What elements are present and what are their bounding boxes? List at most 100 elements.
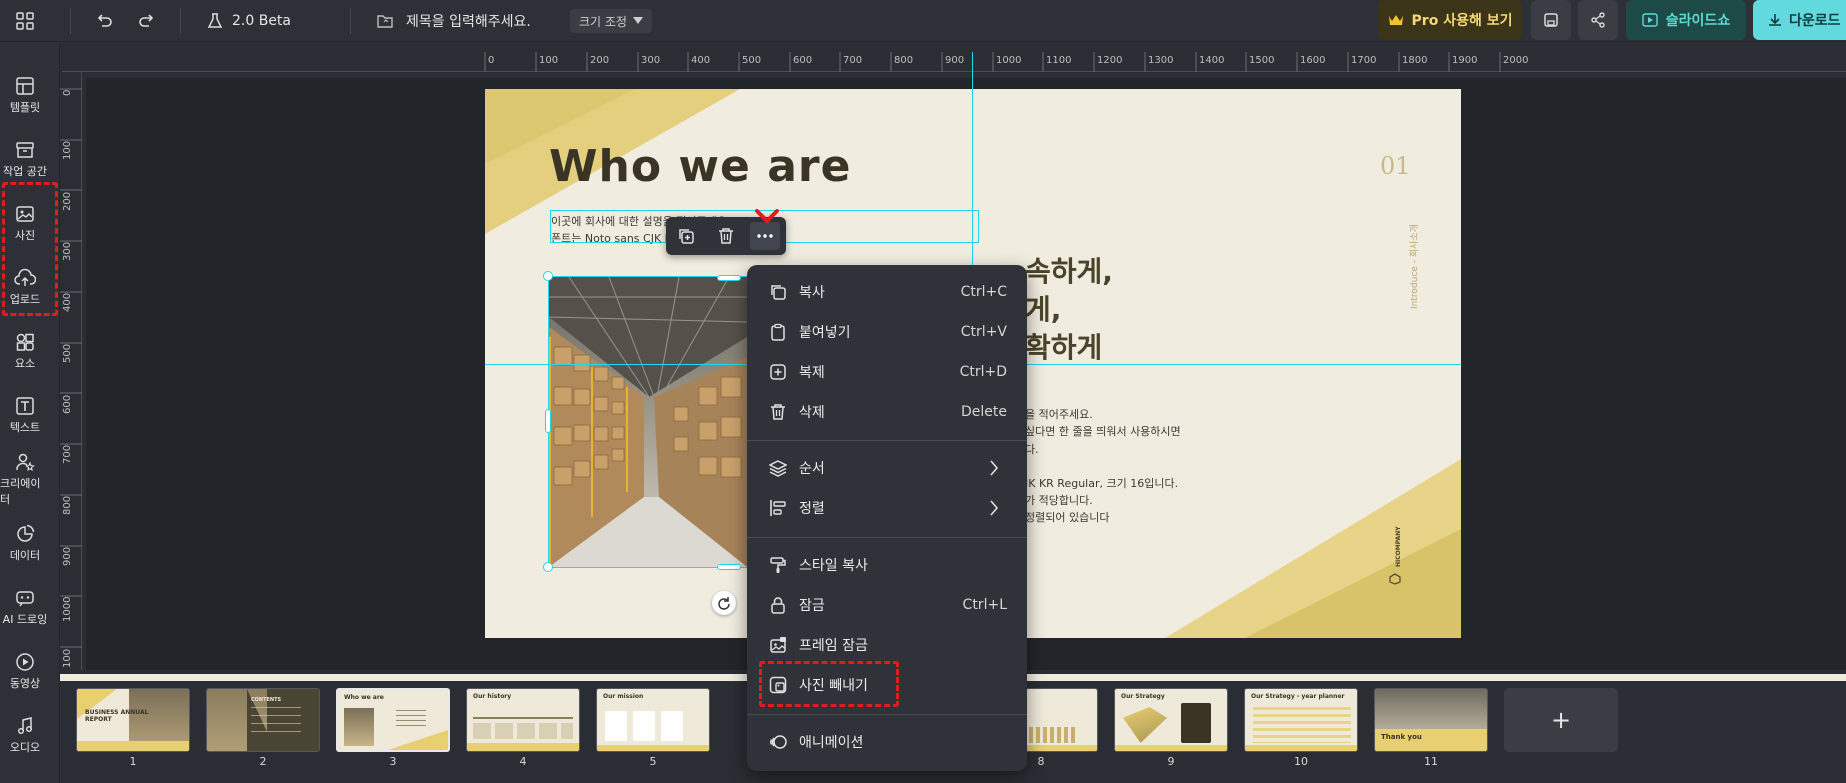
sidebar-item-data[interactable]: 데이터 xyxy=(0,513,50,573)
menu-item-lock[interactable]: 잠금 Ctrl+L xyxy=(747,587,1027,623)
creator-icon xyxy=(16,453,35,471)
sidebar-item-ai-drawing[interactable]: AI 드로잉 xyxy=(0,577,50,637)
ruler-tick: 500 xyxy=(62,343,73,363)
resize-handle[interactable] xyxy=(543,562,553,572)
slide-thumbnail-2[interactable]: CONTENTS xyxy=(206,688,320,752)
play-screen-icon xyxy=(1642,13,1658,27)
slide-thumbnail-1[interactable]: BUSINESS ANNUAL REPORT xyxy=(76,688,190,752)
save-icon xyxy=(1544,13,1558,27)
ruler-tick: 100 xyxy=(62,648,73,668)
top-bar: 2.0 Beta 제목을 입력해주세요. 크기 조정 Pro 사용해 보기 슬라… xyxy=(0,0,1846,42)
thumbnail-title: CONTENTS xyxy=(251,697,282,703)
slide-thumbnail-4[interactable]: Our history xyxy=(466,688,580,752)
sidebar-item-label: AI 드로잉 xyxy=(2,612,48,626)
menu-item-frame-lock[interactable]: 프레임 잠금 xyxy=(747,627,1027,663)
sidebar-item-label: 작업 공간 xyxy=(3,164,47,178)
menu-item-align[interactable]: 정렬 xyxy=(747,490,1027,526)
sidebar-item-creator[interactable]: 크리에이터 xyxy=(0,449,50,509)
slide-thumbnail-9[interactable]: Our Strategy xyxy=(1114,688,1228,752)
sidebar-item-label: 크리에이터 xyxy=(0,476,41,506)
save-button[interactable] xyxy=(1531,0,1571,40)
undo-icon[interactable] xyxy=(95,0,113,42)
thumbnail-title: Our Strategy xyxy=(1121,693,1165,700)
sidebar-item-label: 템플릿 xyxy=(9,100,41,114)
menu-item-animation[interactable]: 애니메이션 xyxy=(747,724,1027,760)
share-button[interactable] xyxy=(1578,0,1618,40)
slide-thumbnail-11[interactable]: Thank you xyxy=(1374,688,1488,752)
ruler-tick: 1000 xyxy=(996,55,1022,66)
more-options-button[interactable] xyxy=(750,222,780,250)
ruler-tick: 1900 xyxy=(1452,55,1478,66)
menu-grid-icon[interactable] xyxy=(16,0,34,42)
ruler-tick: 900 xyxy=(62,546,73,566)
body-text-line: 가 적당합니다. xyxy=(1025,494,1093,508)
pro-trial-label: Pro 사용해 보기 xyxy=(1411,13,1513,29)
document-title[interactable]: 제목을 입력해주세요. xyxy=(376,0,531,42)
archive-icon xyxy=(16,141,34,158)
thumbnail-number: 1 xyxy=(129,755,137,768)
trash-icon xyxy=(771,404,785,420)
vertical-ruler: 0 100 200 300 400 500 600 700 800 900 10… xyxy=(60,72,82,670)
ruler-tick: 300 xyxy=(641,55,661,66)
thumbnail-number: 4 xyxy=(519,755,527,768)
slide-heading[interactable]: Who we are xyxy=(549,141,851,192)
slide-thumbnail-5[interactable]: Our mission xyxy=(596,688,710,752)
menu-item-shortcut: Delete xyxy=(961,404,1007,420)
beta-indicator[interactable]: 2.0 Beta xyxy=(206,0,291,42)
menu-item-label: 프레임 잠금 xyxy=(799,638,868,654)
menu-item-copy-style[interactable]: 스타일 복사 xyxy=(747,547,1027,583)
sidebar-item-elements[interactable]: 요소 xyxy=(0,321,50,381)
sidebar-item-label: 요소 xyxy=(14,356,36,370)
sidebar-item-label: 동영상 xyxy=(9,676,41,690)
slide-thumbnail-10[interactable]: Our Strategy - year planner xyxy=(1244,688,1358,752)
ruler-tick: 2000 xyxy=(1503,55,1529,66)
ruler-tick: 100 xyxy=(62,140,73,160)
rotate-handle[interactable] xyxy=(712,591,736,615)
highlight-photo-upload xyxy=(2,182,58,316)
chart-icon xyxy=(17,524,35,542)
slideshow-button[interactable]: 슬라이드쇼 xyxy=(1626,0,1746,40)
resize-handle[interactable] xyxy=(717,275,741,281)
highlight-detach-photo xyxy=(759,661,899,707)
redo-icon[interactable] xyxy=(138,0,156,42)
context-menu: 복사 Ctrl+C 붙여넣기 Ctrl+V 복제 Ctrl+D 삭제 Delet… xyxy=(747,265,1027,771)
sidebar-item-video[interactable]: 동영상 xyxy=(0,641,50,701)
add-slide-button[interactable]: + xyxy=(1504,688,1618,752)
ai-drawing-icon xyxy=(16,590,34,606)
slide-body-text[interactable]: 을 적어주세요. 싶다면 한 줄을 띄워서 사용하시면 다. JK KR Reg… xyxy=(1025,406,1181,527)
resize-dropdown[interactable]: 크기 조정 xyxy=(570,9,652,33)
menu-item-label: 붙여넣기 xyxy=(799,325,851,341)
menu-divider xyxy=(747,714,1027,715)
sidebar-item-template[interactable]: 템플릿 xyxy=(0,65,50,125)
sidebar-item-workspace[interactable]: 작업 공간 xyxy=(0,129,50,189)
slide-vertical-label[interactable]: Introduce - 회사소개 xyxy=(1407,224,1420,309)
slide-big-text[interactable]: 속하게, 게, 확하게 xyxy=(1025,253,1113,367)
resize-handle[interactable] xyxy=(717,564,741,570)
menu-item-shortcut: Ctrl+D xyxy=(959,364,1007,380)
menu-item-copy[interactable]: 복사 Ctrl+C xyxy=(747,274,1027,310)
menu-item-paste[interactable]: 붙여넣기 Ctrl+V xyxy=(747,314,1027,350)
sidebar-item-label: 텍스트 xyxy=(9,420,41,434)
menu-item-duplicate[interactable]: 복제 Ctrl+D xyxy=(747,354,1027,390)
menu-item-label: 잠금 xyxy=(799,598,825,614)
red-pointer-arrow-icon xyxy=(755,209,779,223)
ruler-tick: 400 xyxy=(62,292,73,312)
slide-page-number[interactable]: 01 xyxy=(1380,152,1411,180)
sidebar-item-text[interactable]: 텍스트 xyxy=(0,385,50,445)
resize-handle[interactable] xyxy=(545,409,551,433)
duplicate-button[interactable] xyxy=(674,224,698,248)
frame-lock-icon xyxy=(770,637,786,653)
delete-button[interactable] xyxy=(714,224,738,248)
ruler-tick: 500 xyxy=(742,55,762,66)
thumbnail-number: 11 xyxy=(1424,755,1438,768)
paste-icon xyxy=(771,323,785,341)
slide-thumbnail-3[interactable]: Who we are xyxy=(336,688,450,752)
sidebar-item-audio[interactable]: 오디오 xyxy=(0,705,50,765)
menu-item-delete[interactable]: 삭제 Delete xyxy=(747,394,1027,430)
left-sidebar: 템플릿 작업 공간 사진 업로드 요소 텍스트 크리에이터 데이터 AI 드로잉… xyxy=(0,43,60,783)
ruler-tick: 100 xyxy=(539,55,559,66)
resize-handle[interactable] xyxy=(543,271,553,281)
menu-item-order[interactable]: 순서 xyxy=(747,450,1027,486)
download-button[interactable]: 다운로드 xyxy=(1753,0,1846,40)
pro-trial-button[interactable]: Pro 사용해 보기 xyxy=(1378,0,1522,40)
